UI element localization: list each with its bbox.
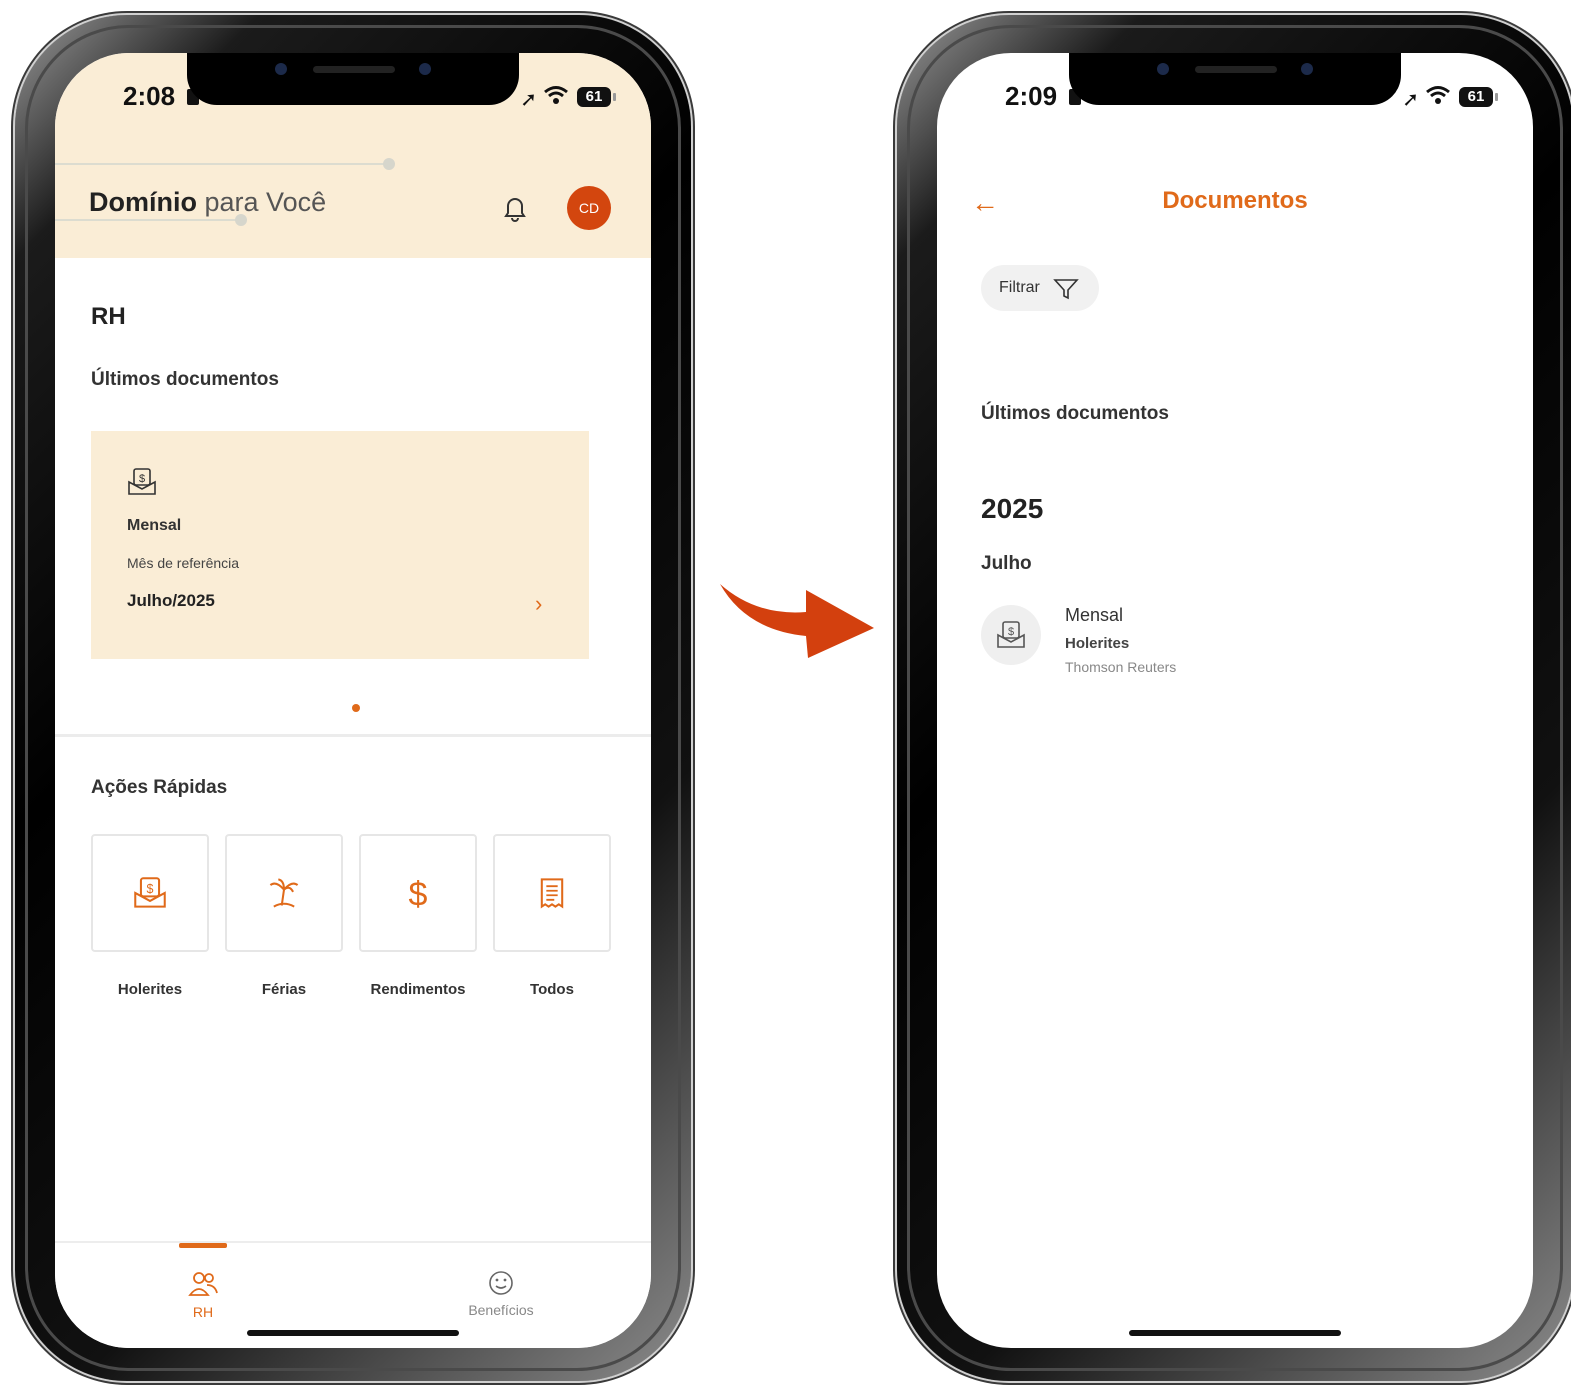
smile-icon <box>487 1271 515 1300</box>
document-list-item[interactable]: $ Mensal Holerites Thomson Reuters <box>981 593 1461 677</box>
latest-document-card[interactable]: $ Mensal Mês de referência Julho/2025 › <box>91 431 589 659</box>
quick-actions-title: Ações Rápidas <box>91 777 228 798</box>
active-tab-indicator <box>179 1243 227 1248</box>
quick-action-todos[interactable] <box>493 834 611 952</box>
tab-rh[interactable]: RH <box>173 1269 233 1320</box>
location-icon: ➚ <box>520 89 537 111</box>
filter-label: Filtrar <box>999 279 1040 296</box>
document-company: Thomson Reuters <box>1065 659 1177 675</box>
avatar[interactable]: CD <box>567 186 611 230</box>
receipt-icon <box>535 876 569 915</box>
card-ref-label: Mês de referência <box>127 555 240 571</box>
latest-docs-title: Últimos documentos <box>981 403 1169 424</box>
payslip-icon: $ <box>127 467 157 502</box>
payslip-icon: $ <box>997 621 1025 648</box>
quick-action-ferias[interactable] <box>225 834 343 952</box>
status-time: 2:08 <box>123 81 176 111</box>
dollar-icon: $ <box>401 875 435 915</box>
quick-action-rendimentos[interactable]: $ <box>359 834 477 952</box>
quick-action-label: Férias <box>261 981 307 998</box>
transition-arrow-icon <box>720 584 874 658</box>
payslip-icon: $ <box>133 876 167 915</box>
left-screen: Domínio para Você CD 2:08 ➚ 61 RH Último… <box>55 53 651 1348</box>
latest-docs-title: Últimos documentos <box>91 369 279 390</box>
tab-label: Benefícios <box>468 1302 534 1318</box>
status-time: 2:09 <box>1005 81 1058 111</box>
quick-action-label: Todos <box>530 981 574 998</box>
carousel-indicator <box>352 704 360 712</box>
svg-text:$: $ <box>139 473 145 485</box>
document-icon-badge: $ <box>981 605 1041 665</box>
quick-action-label: Holerites <box>117 981 183 998</box>
right-phone-frame: 2:09 ➚ 61 ← Documentos Filtrar Últimos d… <box>893 15 1571 1381</box>
battery-icon: 61 <box>1459 87 1498 107</box>
month-heading: Julho <box>981 553 1032 574</box>
battery-icon: 61 <box>577 87 616 107</box>
wifi-icon <box>1425 85 1451 110</box>
left-phone-frame: Domínio para Você CD 2:08 ➚ 61 RH Último… <box>11 15 695 1381</box>
chevron-right-icon[interactable]: › <box>535 591 542 617</box>
document-category: Holerites <box>1065 635 1130 652</box>
tab-label: RH <box>192 1304 214 1320</box>
quick-action-holerites[interactable]: $ <box>91 834 209 952</box>
home-indicator <box>247 1330 459 1336</box>
page-title: RH <box>91 303 126 330</box>
people-icon <box>187 1272 219 1302</box>
quick-action-label: Rendimentos <box>370 981 466 998</box>
card-ref-value: Julho/2025 <box>127 591 215 610</box>
page-title: Documentos <box>1162 187 1308 214</box>
location-icon: ➚ <box>1402 89 1419 111</box>
svg-text:$: $ <box>1008 626 1014 638</box>
right-screen: 2:09 ➚ 61 ← Documentos Filtrar Últimos d… <box>937 53 1533 1348</box>
filter-button[interactable]: Filtrar <box>981 265 1099 311</box>
camera-notch <box>187 53 519 105</box>
camera-notch <box>1069 53 1401 105</box>
year-heading: 2025 <box>981 493 1044 524</box>
svg-text:$: $ <box>147 882 154 896</box>
notification-bell-icon[interactable] <box>501 193 529 228</box>
wifi-icon <box>543 85 569 110</box>
tab-beneficios[interactable]: Benefícios <box>453 1269 549 1318</box>
filter-funnel-icon <box>1053 277 1079 306</box>
palm-tree-icon <box>267 876 301 915</box>
document-name: Mensal <box>1065 605 1124 625</box>
brand-logo-text: Domínio para Você <box>89 187 327 217</box>
card-doc-type: Mensal <box>127 517 182 534</box>
home-indicator <box>1129 1330 1341 1336</box>
svg-text:$: $ <box>409 876 428 910</box>
